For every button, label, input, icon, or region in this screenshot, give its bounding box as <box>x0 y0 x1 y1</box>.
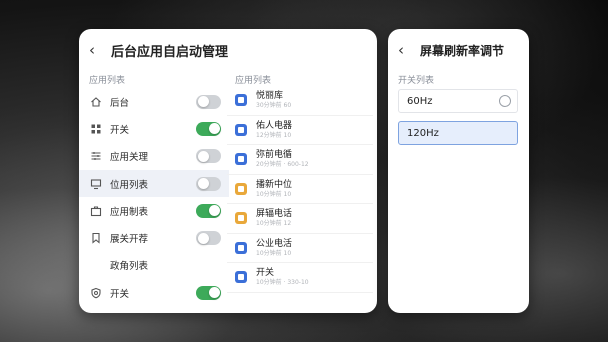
app-icon-glyph <box>238 97 244 104</box>
settings-row-switch-2[interactable]: 开关 <box>79 279 229 306</box>
option-120hz[interactable]: 120Hz <box>398 121 518 145</box>
option-label: 120Hz <box>407 127 439 139</box>
app-text: 悦丽库 30分钟前 60 <box>256 90 291 110</box>
app-name: 弥前电循 <box>256 150 293 161</box>
settings-row-label: 位用列表 <box>110 179 149 191</box>
briefcase-icon <box>89 204 103 218</box>
app-icon-glyph <box>238 126 244 133</box>
toggle-knob <box>208 205 220 217</box>
settings-row-app-table[interactable]: 应用制表 <box>79 197 229 224</box>
app-subtitle: 12分钟前 10 <box>256 131 292 139</box>
app-icon <box>235 241 247 254</box>
panel-header: ‹ 后台应用自启动管理 <box>79 29 377 71</box>
app-icon <box>235 94 247 107</box>
app-list: 悦丽库 30分钟前 60 佑人电器 12分钟前 10 弥前电循 20分钟前 · … <box>227 86 373 293</box>
app-icon-glyph <box>238 244 244 251</box>
app-row[interactable]: 开关 10分钟前 · 330-10 <box>227 263 373 293</box>
app-text: 公业电活 10分钟前 10 <box>256 238 292 258</box>
app-subtitle: 10分钟前 10 <box>256 190 292 198</box>
grid-icon <box>89 122 103 136</box>
app-name: 悦丽库 <box>256 91 284 102</box>
app-subtitle: 10分钟前 10 <box>256 249 292 257</box>
option-60hz[interactable]: 60Hz <box>398 89 518 113</box>
settings-row-switch[interactable]: 开关 <box>79 115 229 142</box>
app-text: 屏辐电话 10分钟前 12 <box>256 208 292 228</box>
toggle-knob <box>208 123 220 135</box>
settings-row-exhibit[interactable]: 展关开荐 <box>79 224 229 251</box>
app-name: 公业电活 <box>256 238 293 249</box>
app-icon-glyph <box>238 156 244 163</box>
panel-header: ‹ 屏幕刷新率调节 <box>388 29 529 71</box>
app-row[interactable]: 公业电活 10分钟前 10 <box>227 234 373 263</box>
section-label-apps: 应用列表 <box>235 76 272 86</box>
app-table-toggle[interactable] <box>196 203 221 218</box>
app-name: 屏辐电话 <box>256 209 293 220</box>
settings-row-label: 应用关理 <box>110 152 149 164</box>
toggle-knob <box>208 287 220 299</box>
app-row[interactable]: 播新中位 10分钟前 10 <box>227 175 373 204</box>
app-icon <box>235 212 247 225</box>
exhibit-toggle[interactable] <box>196 231 221 246</box>
app-list-toggle[interactable] <box>196 176 221 191</box>
settings-row-label: 应用制表 <box>110 206 149 218</box>
settings-row-app-list[interactable]: 位用列表 <box>79 169 229 198</box>
app-row[interactable]: 悦丽库 30分钟前 60 <box>227 86 373 116</box>
app-icon-glyph <box>238 185 244 192</box>
refresh-rate-panel: ‹ 屏幕刷新率调节 开关列表 60Hz 120Hz <box>388 29 529 313</box>
settings-row-background[interactable]: 后台 <box>79 88 229 115</box>
list-icon <box>89 149 103 163</box>
page-title: 屏幕刷新率调节 <box>420 43 505 58</box>
toggle-knob <box>197 96 209 108</box>
settings-row-label: 开关 <box>110 124 130 136</box>
toggle-knob <box>197 178 209 190</box>
app-text: 播新中位 10分钟前 10 <box>256 179 292 199</box>
switch-2-toggle[interactable] <box>196 285 221 300</box>
app-name: 佑人电器 <box>256 120 293 131</box>
settings-row-label: 展关开荐 <box>110 234 149 246</box>
back-arrow-icon[interactable]: ‹ <box>89 42 105 58</box>
app-text: 弥前电循 20分钟前 · 600-12 <box>256 149 309 169</box>
page-title: 后台应用自启动管理 <box>111 44 229 60</box>
blank-icon <box>89 258 103 272</box>
app-subtitle: 10分钟前 12 <box>256 220 292 228</box>
back-arrow-icon[interactable]: ‹ <box>398 42 414 58</box>
app-row[interactable]: 弥前电循 20分钟前 · 600-12 <box>227 145 373 175</box>
app-icon <box>235 153 247 166</box>
settings-row-label: 后台 <box>110 97 130 109</box>
monitor-icon <box>89 177 103 191</box>
settings-row-app-management[interactable]: 应用关理 <box>79 143 229 170</box>
app-text: 开关 10分钟前 · 330-10 <box>256 267 309 287</box>
bookmark-icon <box>89 231 103 245</box>
app-icon <box>235 123 247 136</box>
app-icon-glyph <box>238 274 244 281</box>
shield-icon <box>89 286 103 300</box>
settings-list: 后台 开关 应用关理 位用列表 应用制表 展关开荐 政角列表 开关 <box>79 88 229 306</box>
app-management-toggle[interactable] <box>196 149 221 164</box>
radio-button[interactable] <box>499 95 511 107</box>
settings-row-policy-list[interactable]: 政角列表 <box>79 252 229 279</box>
app-icon <box>235 271 247 284</box>
background-toggle[interactable] <box>196 94 221 109</box>
app-text: 佑人电器 12分钟前 10 <box>256 120 292 140</box>
app-autostart-panel: ‹ 后台应用自启动管理 应用列表 应用列表 后台 开关 应用关理 位用列表 应用… <box>79 29 377 313</box>
app-subtitle: 10分钟前 · 330-10 <box>256 279 309 287</box>
app-icon-glyph <box>238 215 244 222</box>
section-label-options: 开关列表 <box>398 76 435 86</box>
settings-row-label: 政角列表 <box>110 261 149 273</box>
switch-toggle[interactable] <box>196 121 221 136</box>
toggle-knob <box>197 232 209 244</box>
section-label-settings: 应用列表 <box>89 76 126 86</box>
option-label: 60Hz <box>407 95 433 107</box>
home-icon <box>89 95 103 109</box>
app-row[interactable]: 佑人电器 12分钟前 10 <box>227 116 373 145</box>
app-name: 开关 <box>256 268 275 279</box>
toggle-knob <box>197 150 209 162</box>
app-name: 播新中位 <box>256 179 293 190</box>
app-row[interactable]: 屏辐电话 10分钟前 12 <box>227 204 373 234</box>
app-icon <box>235 182 247 195</box>
settings-row-label: 开关 <box>110 288 130 300</box>
app-subtitle: 30分钟前 60 <box>256 102 292 110</box>
app-subtitle: 20分钟前 · 600-12 <box>256 161 309 169</box>
